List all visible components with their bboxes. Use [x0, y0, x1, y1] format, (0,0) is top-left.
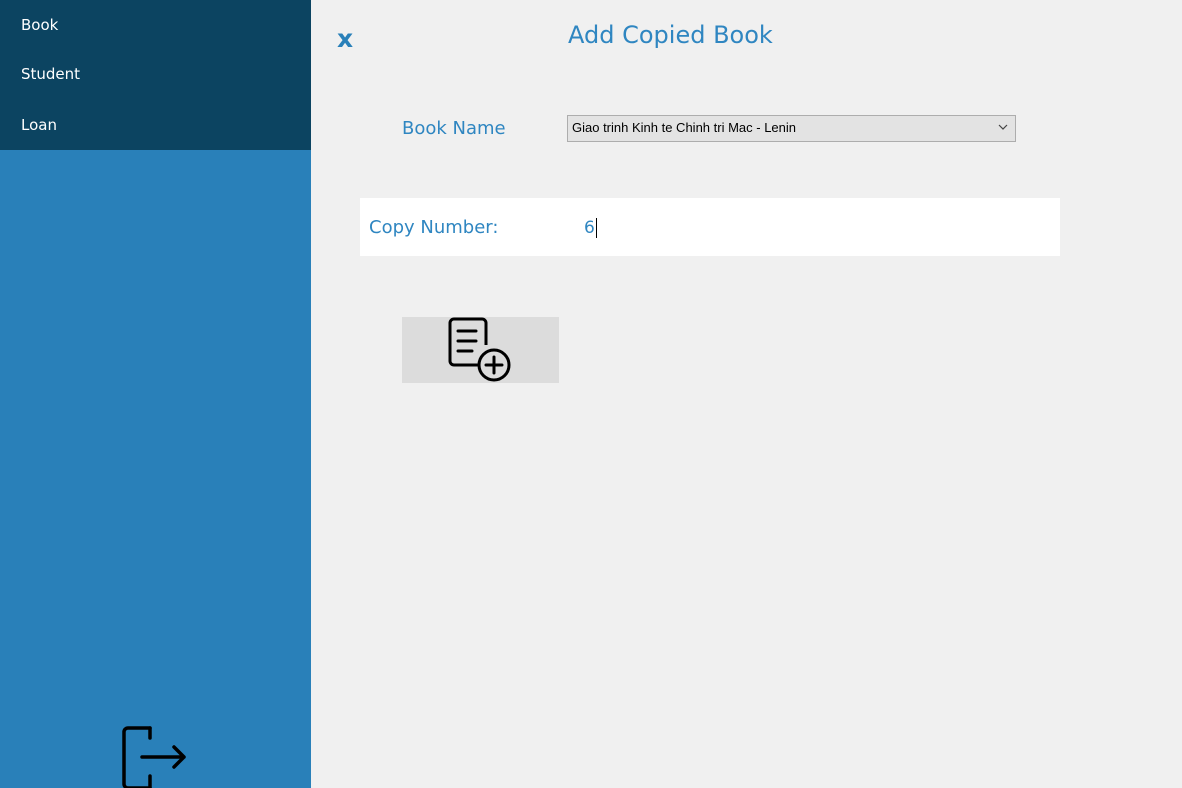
- book-name-selected-value: Giao trinh Kinh te Chinh tri Mac - Lenin: [572, 120, 796, 135]
- add-document-icon: [448, 317, 511, 382]
- close-button[interactable]: x: [337, 24, 353, 53]
- copy-number-input[interactable]: [584, 216, 884, 240]
- sidebar-nav: Book Student Loan: [0, 0, 311, 150]
- logout-icon: [122, 726, 186, 788]
- sidebar-item-student[interactable]: Student: [21, 65, 80, 83]
- sidebar: Book Student Loan: [0, 0, 311, 788]
- book-name-select[interactable]: Giao trinh Kinh te Chinh tri Mac - Lenin: [567, 115, 1016, 142]
- sidebar-item-book[interactable]: Book: [21, 16, 58, 34]
- copy-number-label: Copy Number:: [369, 217, 499, 238]
- add-copy-button[interactable]: [402, 317, 559, 383]
- copy-number-row: Copy Number:: [360, 198, 1060, 256]
- page-title: Add Copied Book: [568, 21, 773, 49]
- sidebar-item-loan[interactable]: Loan: [21, 116, 57, 134]
- logout-button[interactable]: [120, 722, 190, 788]
- chevron-down-icon: [998, 124, 1008, 130]
- book-name-label: Book Name: [402, 118, 506, 139]
- text-caret: [596, 218, 597, 238]
